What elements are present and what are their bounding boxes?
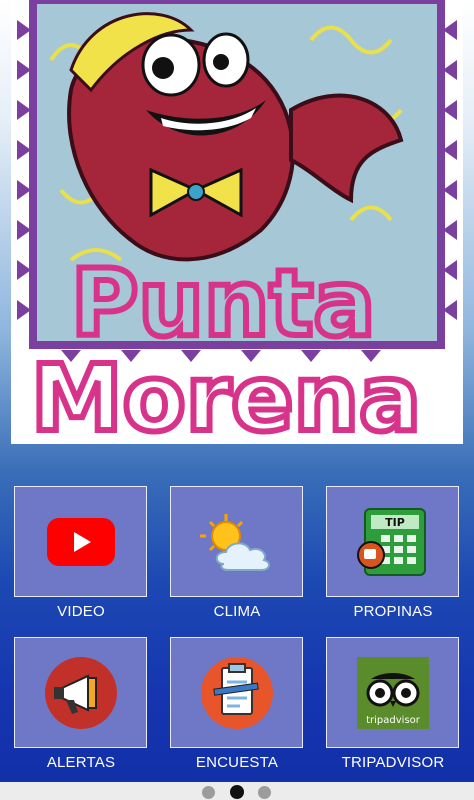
tripadvisor-label: TRIPADVISOR (341, 754, 445, 771)
page-dot-2-active[interactable] (230, 785, 244, 799)
alerts-label: ALERTAS (46, 754, 116, 771)
megaphone-icon (44, 656, 117, 729)
logo-line1: Punta (71, 250, 375, 357)
video-button[interactable] (14, 486, 147, 597)
punta-morena-logo: Punta Morena (11, 0, 463, 444)
survey-label: ENCUESTA (195, 754, 279, 771)
logo-line2: Morena (31, 345, 421, 444)
tripadvisor-owl-icon: tripadvisor (356, 656, 429, 729)
tip-text: TIP (385, 516, 405, 529)
video-label: VIDEO (57, 603, 105, 620)
tip-calculator-icon: TIP (356, 507, 426, 576)
weather-button[interactable] (170, 486, 303, 597)
tripadvisor-text: tripadvisor (366, 715, 421, 726)
tripadvisor-button[interactable]: tripadvisor (326, 637, 459, 748)
weather-label: CLIMA (213, 603, 261, 620)
survey-button[interactable] (170, 637, 303, 748)
page-dot-3[interactable] (258, 786, 271, 799)
weather-sun-cloud-icon (199, 513, 270, 571)
youtube-play-icon (46, 517, 115, 566)
tips-label: PROPINAS (353, 603, 433, 620)
survey-clipboard-icon (200, 656, 273, 729)
tips-button[interactable]: TIP (326, 486, 459, 597)
alerts-button[interactable] (14, 637, 147, 748)
page-dot-1[interactable] (202, 786, 215, 799)
